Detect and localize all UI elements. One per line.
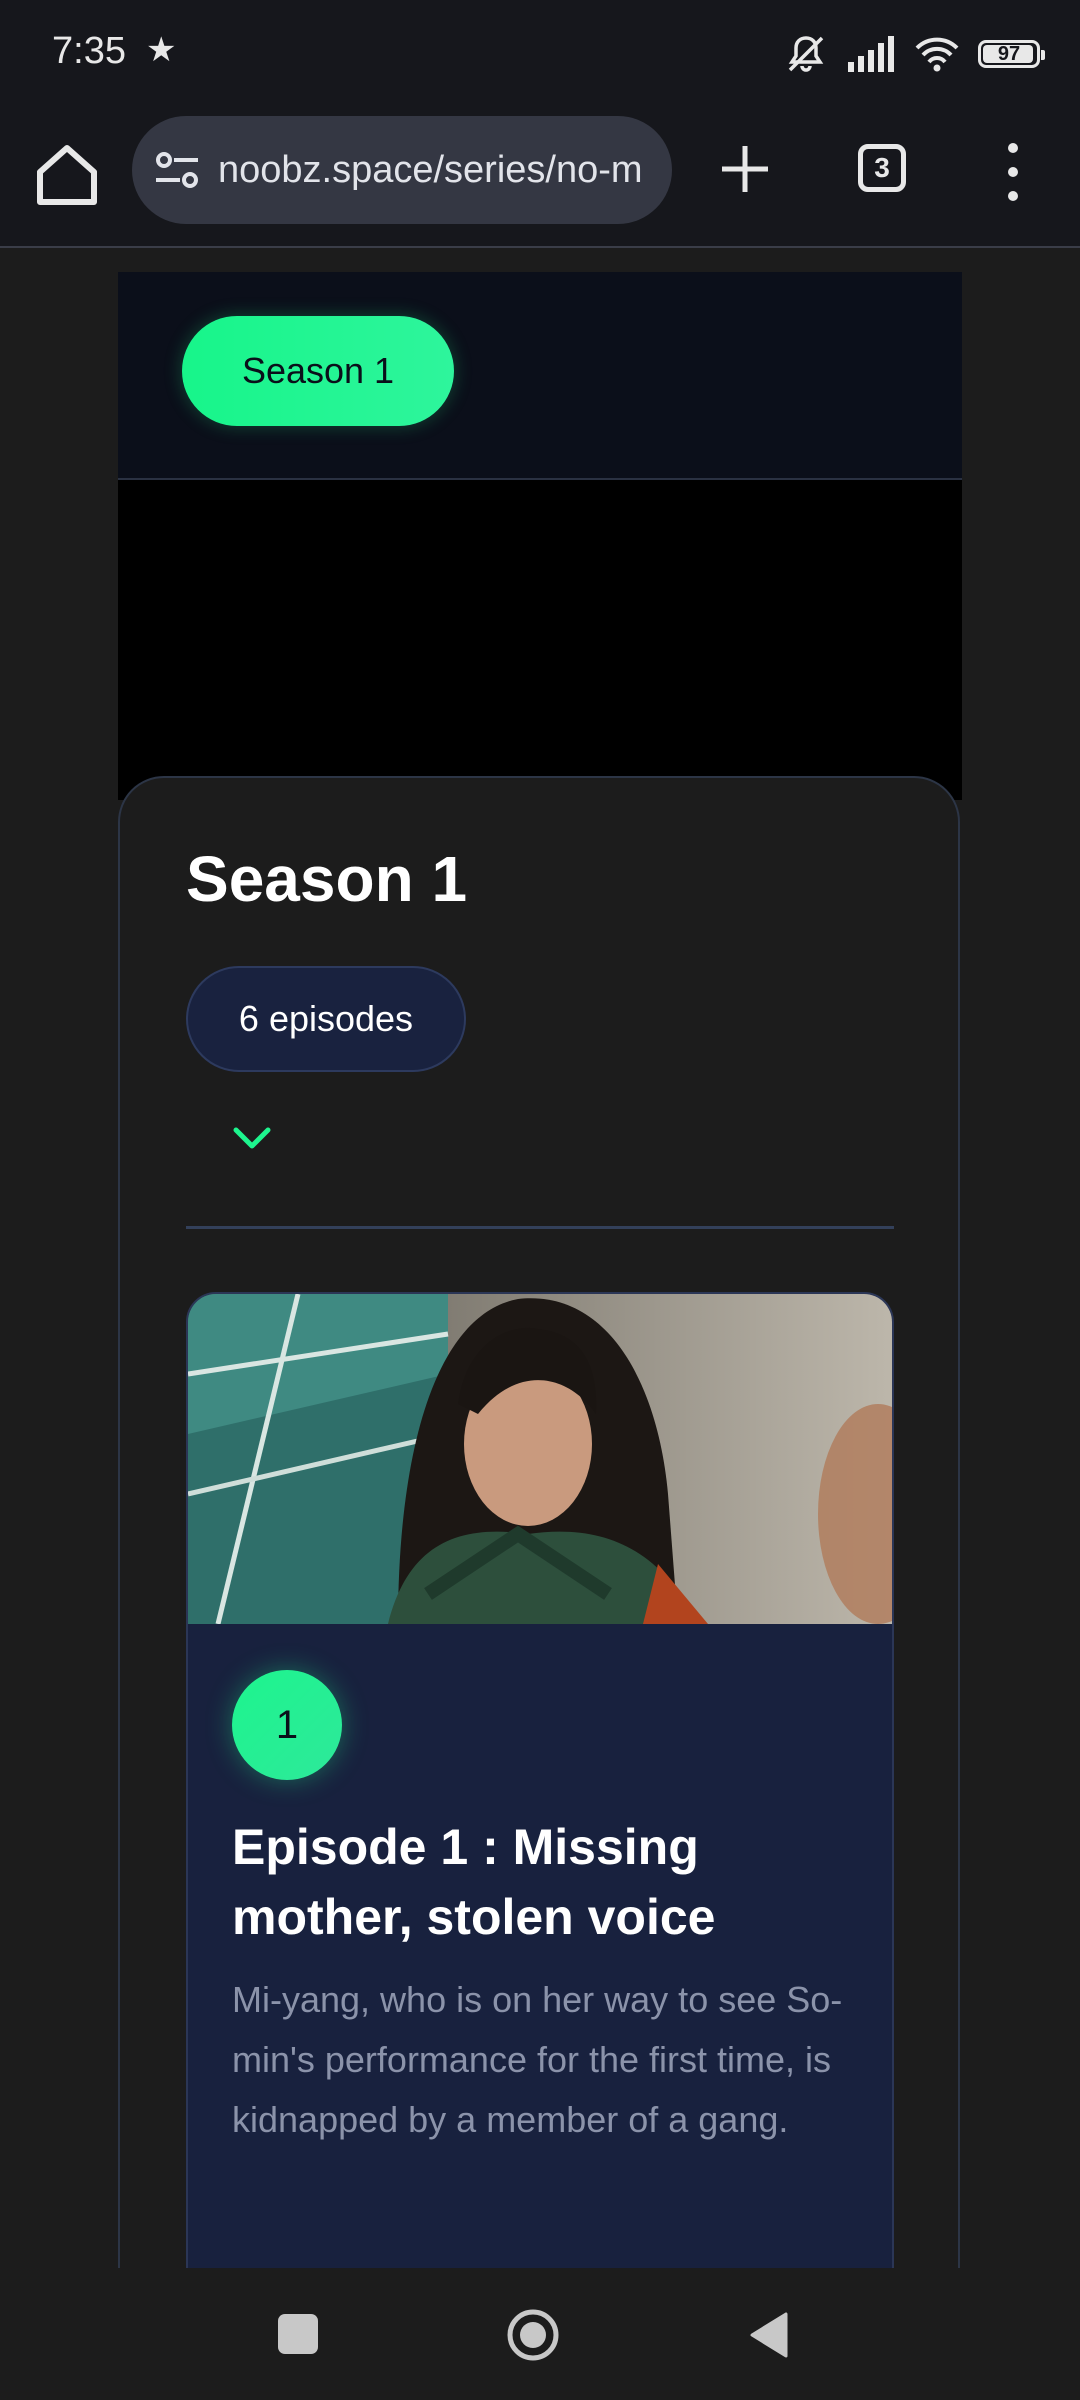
status-time: 7:35 — [52, 30, 126, 72]
mute-icon — [788, 36, 824, 72]
episode-count-badge: 6 episodes — [186, 966, 466, 1072]
tabs-icon[interactable]: 3 — [858, 144, 906, 192]
season-card: Season 1 6 episodes 1 Episode 1: Missin… — [118, 776, 960, 2272]
episode-title[interactable]: Episode 1 : Missing mother, stolen voice — [232, 1812, 852, 1952]
signal-icon — [848, 36, 894, 72]
tune-icon[interactable] — [152, 144, 204, 196]
tab-count: 3 — [874, 152, 890, 183]
episode-thumbnail[interactable] — [188, 1294, 894, 1624]
episode-number-badge: 1 — [232, 1670, 342, 1780]
back-icon[interactable] — [746, 2310, 792, 2360]
url-text[interactable]: noobz.space/series/no-m — [218, 149, 658, 192]
battery-level: 97 — [997, 42, 1021, 65]
season-tab-1[interactable]: Season 1 — [182, 316, 454, 426]
status-bar: 7:35 ★ 97 — [0, 0, 1080, 108]
url-bar[interactable]: noobz.space/series/no-m — [132, 116, 672, 224]
recents-icon[interactable] — [278, 2314, 318, 2354]
status-icons: 97 — [784, 30, 1045, 78]
battery-icon: 97 — [978, 40, 1045, 68]
home-circle-icon[interactable] — [506, 2308, 560, 2362]
episode-description: Mi-yang, who is on her way to see So-min… — [232, 1979, 843, 2140]
chevron-down-icon[interactable] — [228, 1118, 276, 1158]
page-content: Season 1 Season 1 6 episodes 1 Episode 1… — [0, 248, 1080, 2272]
wifi-icon — [915, 37, 959, 72]
episode-card[interactable]: 1 Episode 1 : Missing mother, stolen voi… — [186, 1292, 894, 2272]
browser-toolbar: noobz.space/series/no-m 3 — [0, 108, 1080, 248]
divider — [186, 1226, 894, 1229]
page-column: Season 1 Season 1 6 episodes 1 Episode 1… — [118, 272, 962, 2272]
season-tabs: Season 1 — [118, 272, 962, 480]
home-icon[interactable] — [34, 140, 100, 210]
plus-icon[interactable] — [718, 142, 772, 196]
season-title: Season 1 — [186, 843, 468, 915]
system-nav-bar — [0, 2268, 1080, 2400]
video-player-area — [118, 480, 962, 800]
more-vert-icon[interactable] — [998, 140, 1028, 204]
star-icon: ★ — [146, 31, 177, 69]
